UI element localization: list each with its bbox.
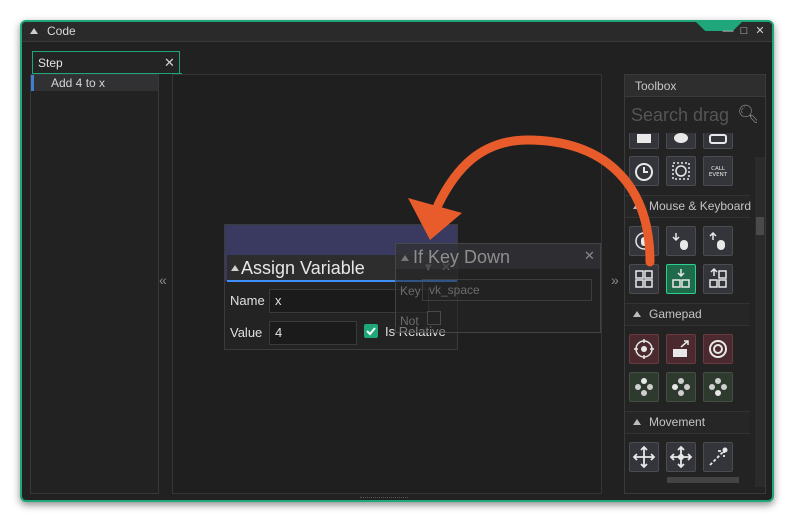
drag-annotation-arrow <box>408 135 655 267</box>
arrow-curve <box>433 135 655 267</box>
